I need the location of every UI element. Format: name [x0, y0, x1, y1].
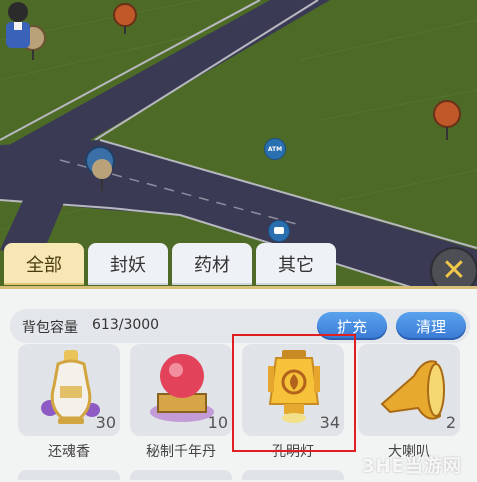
item-slot-1[interactable]: 30: [18, 344, 120, 436]
item-count: 30: [95, 413, 116, 432]
item-name: 秘制千年丹: [146, 444, 216, 460]
item-slot-2[interactable]: 10: [130, 344, 232, 436]
capacity-value: 613/3000: [92, 317, 160, 333]
tab-all[interactable]: 全部: [4, 243, 84, 285]
highlight-box: [232, 334, 356, 452]
capacity-label: 背包容量: [22, 320, 78, 336]
item-slot-4[interactable]: 2: [358, 344, 460, 436]
bus-stop-icon[interactable]: [268, 220, 290, 242]
atm-icon[interactable]: ATM: [264, 138, 286, 160]
npc-marker-icon[interactable]: [82, 145, 120, 193]
tab-herbs[interactable]: 药材: [172, 243, 252, 285]
item-count: 10: [207, 413, 228, 432]
tab-other[interactable]: 其它: [256, 243, 336, 285]
npc-marker-icon[interactable]: [430, 98, 464, 142]
player-character-icon: [6, 2, 30, 48]
item-count: 2: [445, 413, 456, 432]
close-icon: ✕: [441, 253, 467, 288]
tab-seal-demon[interactable]: 封妖: [88, 243, 168, 285]
npc-marker-icon[interactable]: [110, 2, 140, 36]
horn-icon: [380, 360, 445, 420]
bag-tabs: 全部 封妖 药材 其它: [4, 243, 336, 287]
watermark: 3HE当游网: [362, 456, 462, 477]
clear-button[interactable]: 清理: [396, 312, 466, 340]
item-name: 还魂香: [48, 444, 90, 460]
